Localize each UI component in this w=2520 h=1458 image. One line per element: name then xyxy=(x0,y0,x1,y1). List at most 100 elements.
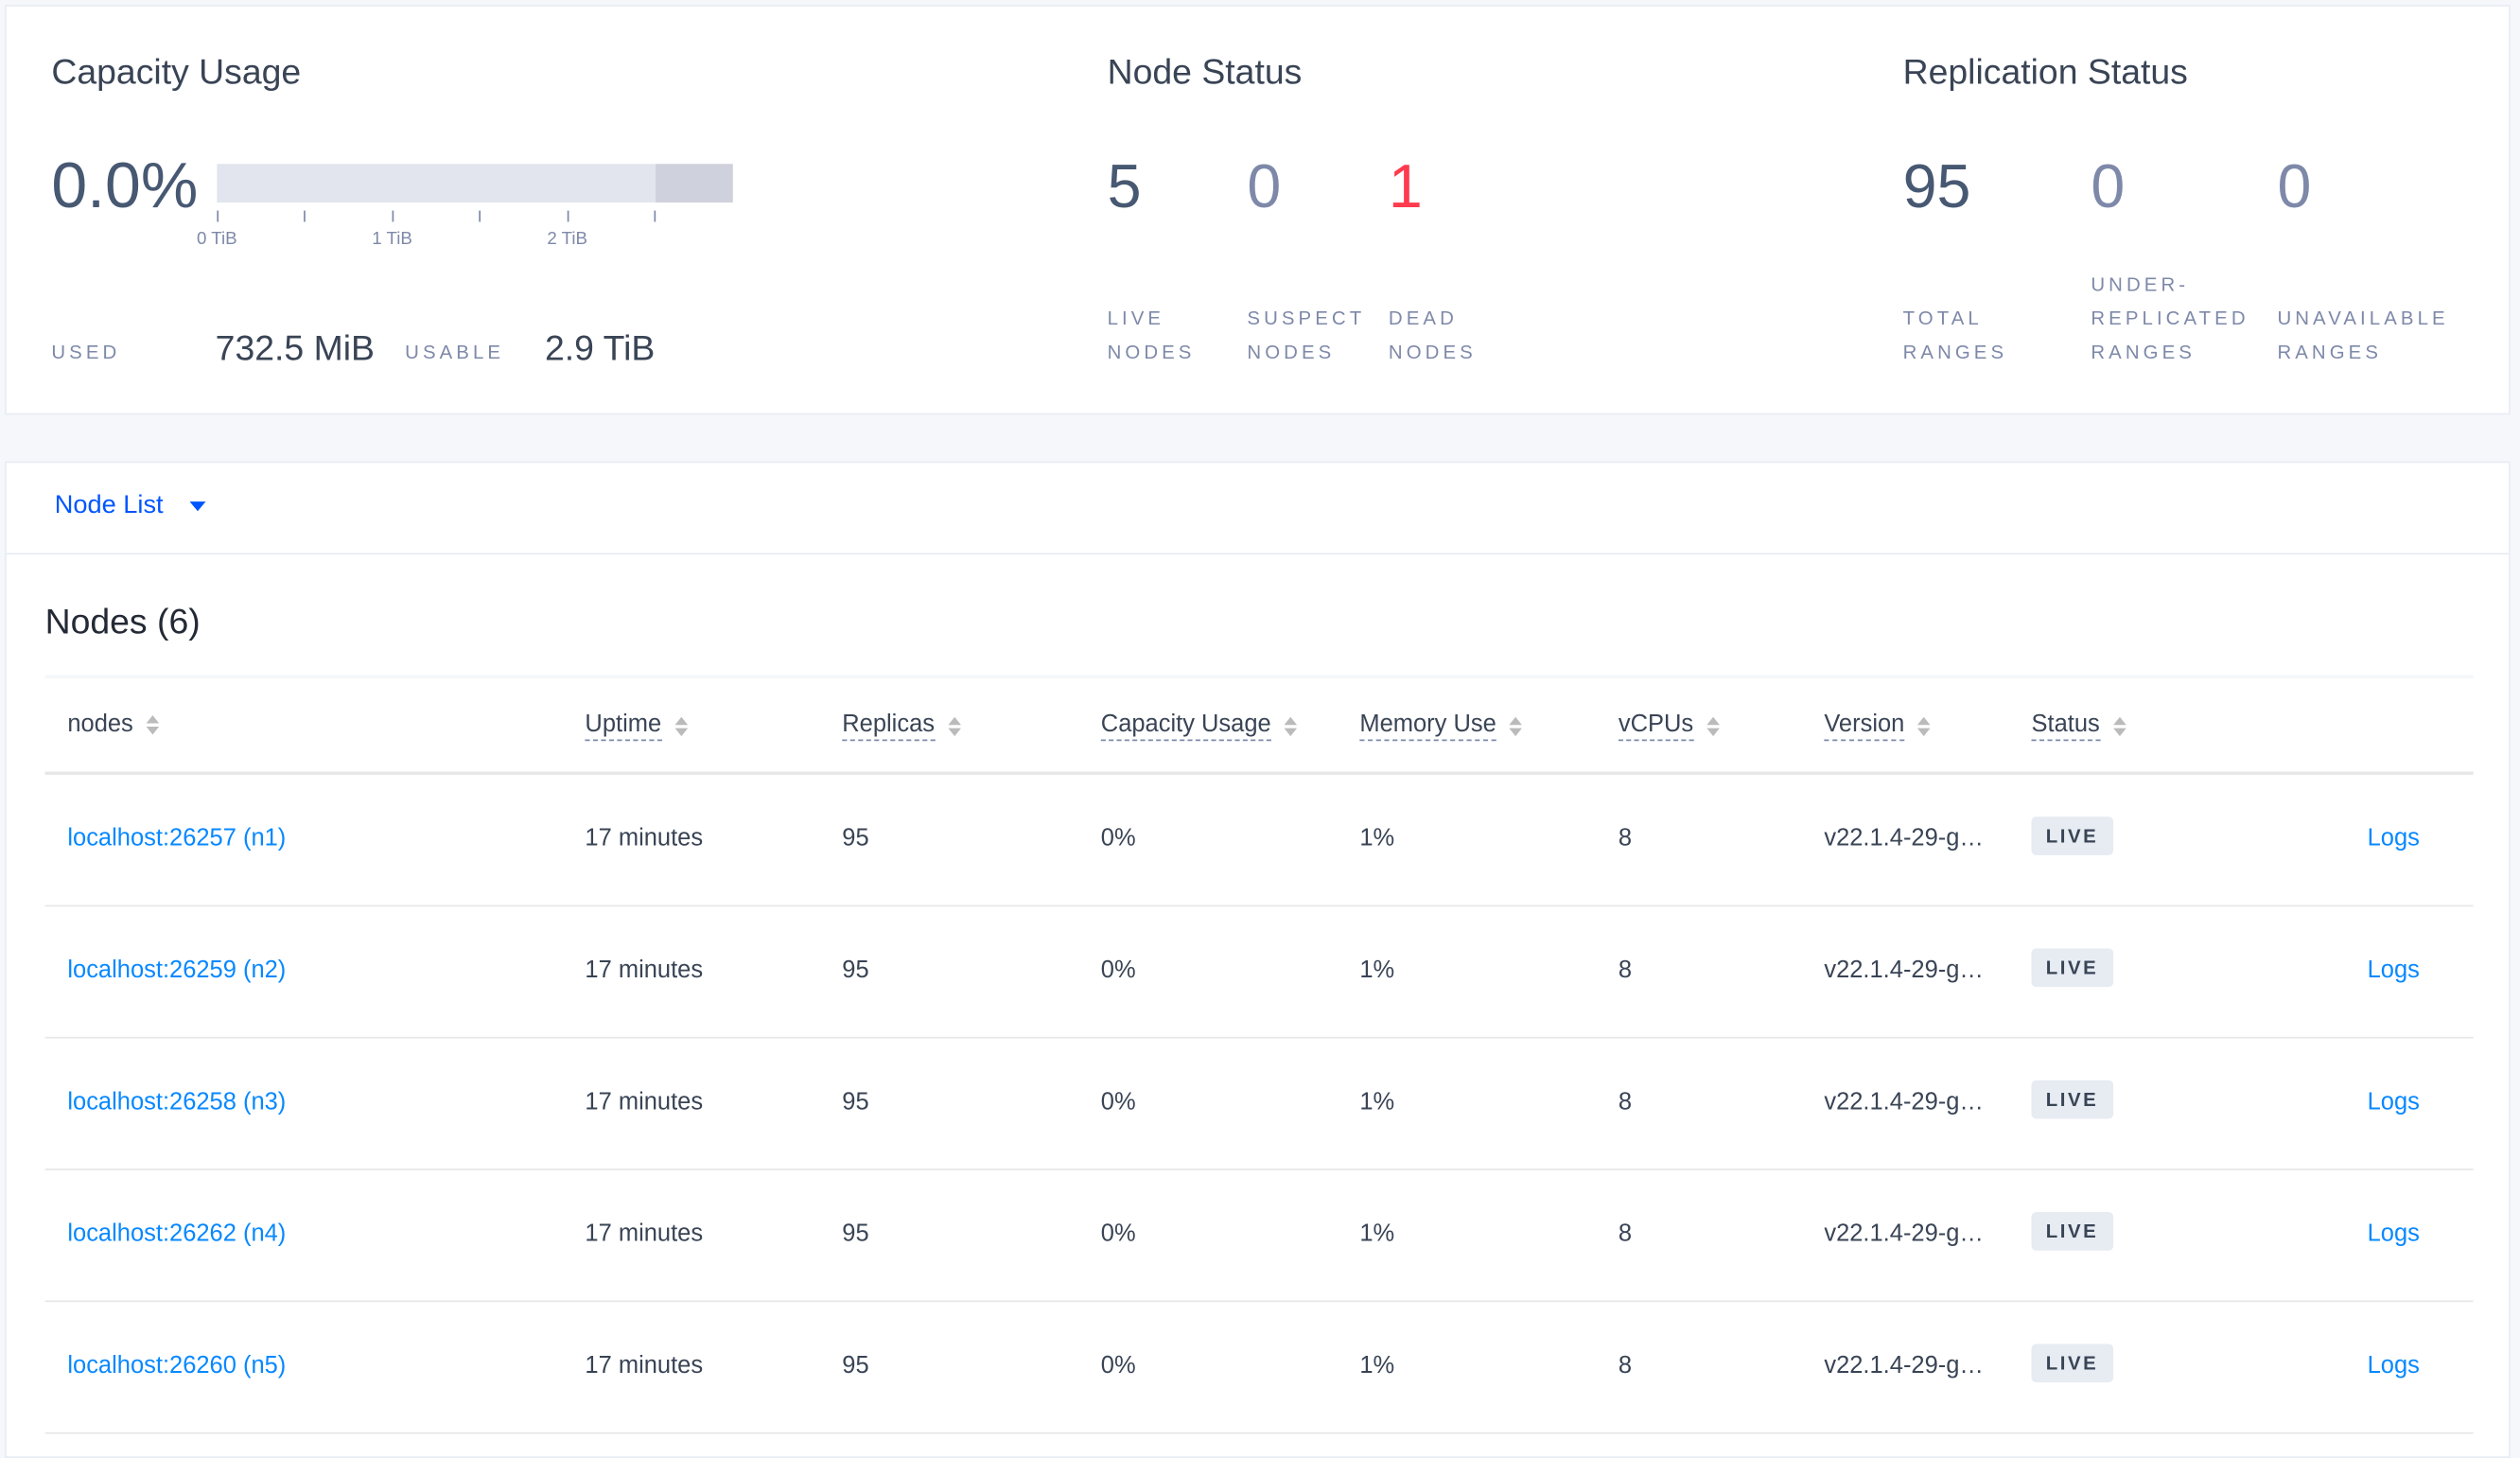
sort-icon[interactable] xyxy=(674,715,688,736)
label-line: LIVE xyxy=(1107,307,1165,330)
column-header[interactable]: vCPUs xyxy=(1618,711,1720,742)
column-header[interactable]: Replicas xyxy=(842,711,961,742)
column-header[interactable]: Capacity Usage xyxy=(1100,711,1297,742)
sort-icon[interactable] xyxy=(146,714,159,734)
label-line: SUSPECT xyxy=(1247,307,1366,330)
label-line: RANGES xyxy=(2091,341,2196,363)
used-label: USED xyxy=(51,341,121,363)
table-row: localhost:26258 (n3) 17 minutes 95 0% 1% 8 v22… xyxy=(44,1039,2474,1170)
column-header-label: Uptime xyxy=(585,711,662,742)
label-line: UNAVAILABLE xyxy=(2277,307,2449,330)
sort-icon[interactable] xyxy=(1509,715,1522,736)
cell-replicas: 95 xyxy=(842,956,869,984)
cell-vcpus: 8 xyxy=(1618,956,1633,984)
axis-tick xyxy=(392,210,394,222)
status-badge: LIVE xyxy=(2031,817,2113,855)
cell-version: v22.1.4-29-g… xyxy=(1824,956,1984,984)
sort-icon[interactable] xyxy=(2112,715,2126,736)
label-line: TOTAL xyxy=(1902,307,1983,330)
label-line: NODES xyxy=(1247,341,1336,363)
label-line: UNDER- xyxy=(2091,272,2190,296)
logs-link[interactable]: Logs xyxy=(2368,1088,2420,1115)
label-line: RANGES xyxy=(2277,341,2383,363)
column-header[interactable]: Status xyxy=(2031,711,2126,742)
sort-icon[interactable] xyxy=(947,715,961,736)
table-row: localhost:26257 (n1) 17 minutes 95 0% 1% 8 v22… xyxy=(44,775,2474,907)
live-nodes-count: 5 xyxy=(1107,154,1142,222)
cell-uptime: 17 minutes xyxy=(585,824,704,852)
axis-tick xyxy=(217,210,219,222)
cell-memory: 1% xyxy=(1359,1088,1395,1116)
nodes-table: nodes Uptime Replicas Capacity Usage Memory … xyxy=(44,675,2474,1434)
cell-version: v22.1.4-29-g… xyxy=(1824,1088,1984,1116)
cell-version: v22.1.4-29-g… xyxy=(1824,1220,1984,1248)
table-row: localhost:26259 (n2) 17 minutes 95 0% 1% 8 v22… xyxy=(44,906,2474,1039)
live-nodes-label: LIVE NODES xyxy=(1108,302,1196,369)
label-line: DEAD xyxy=(1388,307,1458,330)
cell-uptime: 17 minutes xyxy=(585,956,704,984)
dead-nodes-count: 1 xyxy=(1388,154,1423,222)
cell-memory: 1% xyxy=(1359,824,1395,852)
cell-vcpus: 8 xyxy=(1618,1088,1633,1116)
column-header-label: vCPUs xyxy=(1618,711,1694,742)
cell-version: v22.1.4-29-g… xyxy=(1824,1351,1984,1379)
cell-capacity: 0% xyxy=(1100,824,1136,852)
status-badge: LIVE xyxy=(2031,1212,2113,1251)
cluster-summary: Capacity Usage 0.0% 0 TiB 1 TiB 2 TiB US… xyxy=(5,5,2511,415)
column-header[interactable]: nodes xyxy=(67,711,159,738)
nodes-table-title: Nodes (6) xyxy=(44,601,201,641)
node-link[interactable]: localhost:26260 (n5) xyxy=(67,1352,286,1379)
column-header[interactable]: Uptime xyxy=(585,711,688,742)
cell-memory: 1% xyxy=(1359,1351,1395,1379)
node-link[interactable]: localhost:26258 (n3) xyxy=(67,1088,286,1115)
node-link[interactable]: localhost:26259 (n2) xyxy=(67,957,286,984)
suspect-nodes-label: SUSPECT NODES xyxy=(1247,302,1365,369)
cell-replicas: 95 xyxy=(842,1351,869,1379)
column-header[interactable]: Version xyxy=(1824,711,1931,742)
cell-vcpus: 8 xyxy=(1618,1351,1633,1379)
column-header-label: Replicas xyxy=(842,711,936,742)
cell-replicas: 95 xyxy=(842,1088,869,1116)
node-link[interactable]: localhost:26262 (n4) xyxy=(67,1221,286,1248)
sort-icon[interactable] xyxy=(1916,715,1931,736)
cell-vcpus: 8 xyxy=(1618,1220,1633,1248)
usable-value: 2.9 TiB xyxy=(544,327,656,369)
total-ranges-label: TOTAL RANGES xyxy=(1903,302,2008,369)
node-link[interactable]: localhost:26257 (n1) xyxy=(67,825,286,852)
usable-label: USABLE xyxy=(405,341,505,363)
capacity-bar xyxy=(217,164,733,203)
table-body: localhost:26257 (n1) 17 minutes 95 0% 1% 8 v22… xyxy=(44,775,2474,1434)
unavailable-label: UNAVAILABLE RANGES xyxy=(2277,302,2448,369)
column-header[interactable]: Memory Use xyxy=(1359,711,1522,742)
used-value: 732.5 MiB xyxy=(215,327,375,369)
cell-uptime: 17 minutes xyxy=(585,1220,704,1248)
logs-link[interactable]: Logs xyxy=(2368,957,2420,984)
under-replicated-label: UNDER- REPLICATED RANGES xyxy=(2091,269,2249,370)
column-header-label: nodes xyxy=(67,710,133,738)
cell-memory: 1% xyxy=(1359,956,1395,984)
logs-link[interactable]: Logs xyxy=(2368,1221,2420,1248)
axis-tick xyxy=(567,210,569,222)
label-line: REPLICATED xyxy=(2091,307,2249,330)
logs-link[interactable]: Logs xyxy=(2368,825,2420,852)
view-select-label: Node List xyxy=(54,491,164,519)
label-line: NODES xyxy=(1388,341,1477,363)
cell-replicas: 95 xyxy=(842,1220,869,1248)
cell-vcpus: 8 xyxy=(1618,824,1633,852)
replication-status-title: Replication Status xyxy=(1902,51,2188,92)
axis-tick-label: 0 TiB xyxy=(197,229,237,250)
total-ranges-count: 95 xyxy=(1902,154,1971,222)
axis-tick xyxy=(304,210,306,222)
axis-tick-label: 1 TiB xyxy=(372,229,412,250)
cell-capacity: 0% xyxy=(1100,1088,1136,1116)
logs-link[interactable]: Logs xyxy=(2368,1352,2420,1379)
column-header-label: Version xyxy=(1824,711,1905,742)
caret-down-icon xyxy=(188,501,205,512)
table-row: localhost:26262 (n4) 17 minutes 95 0% 1% 8 v22… xyxy=(44,1170,2474,1303)
divider xyxy=(6,553,2510,555)
sort-icon[interactable] xyxy=(1706,715,1720,736)
capacity-bar-unusable xyxy=(656,164,733,203)
axis-tick xyxy=(479,210,481,222)
sort-icon[interactable] xyxy=(1284,715,1297,736)
view-select-dropdown[interactable]: Node List xyxy=(55,492,205,521)
